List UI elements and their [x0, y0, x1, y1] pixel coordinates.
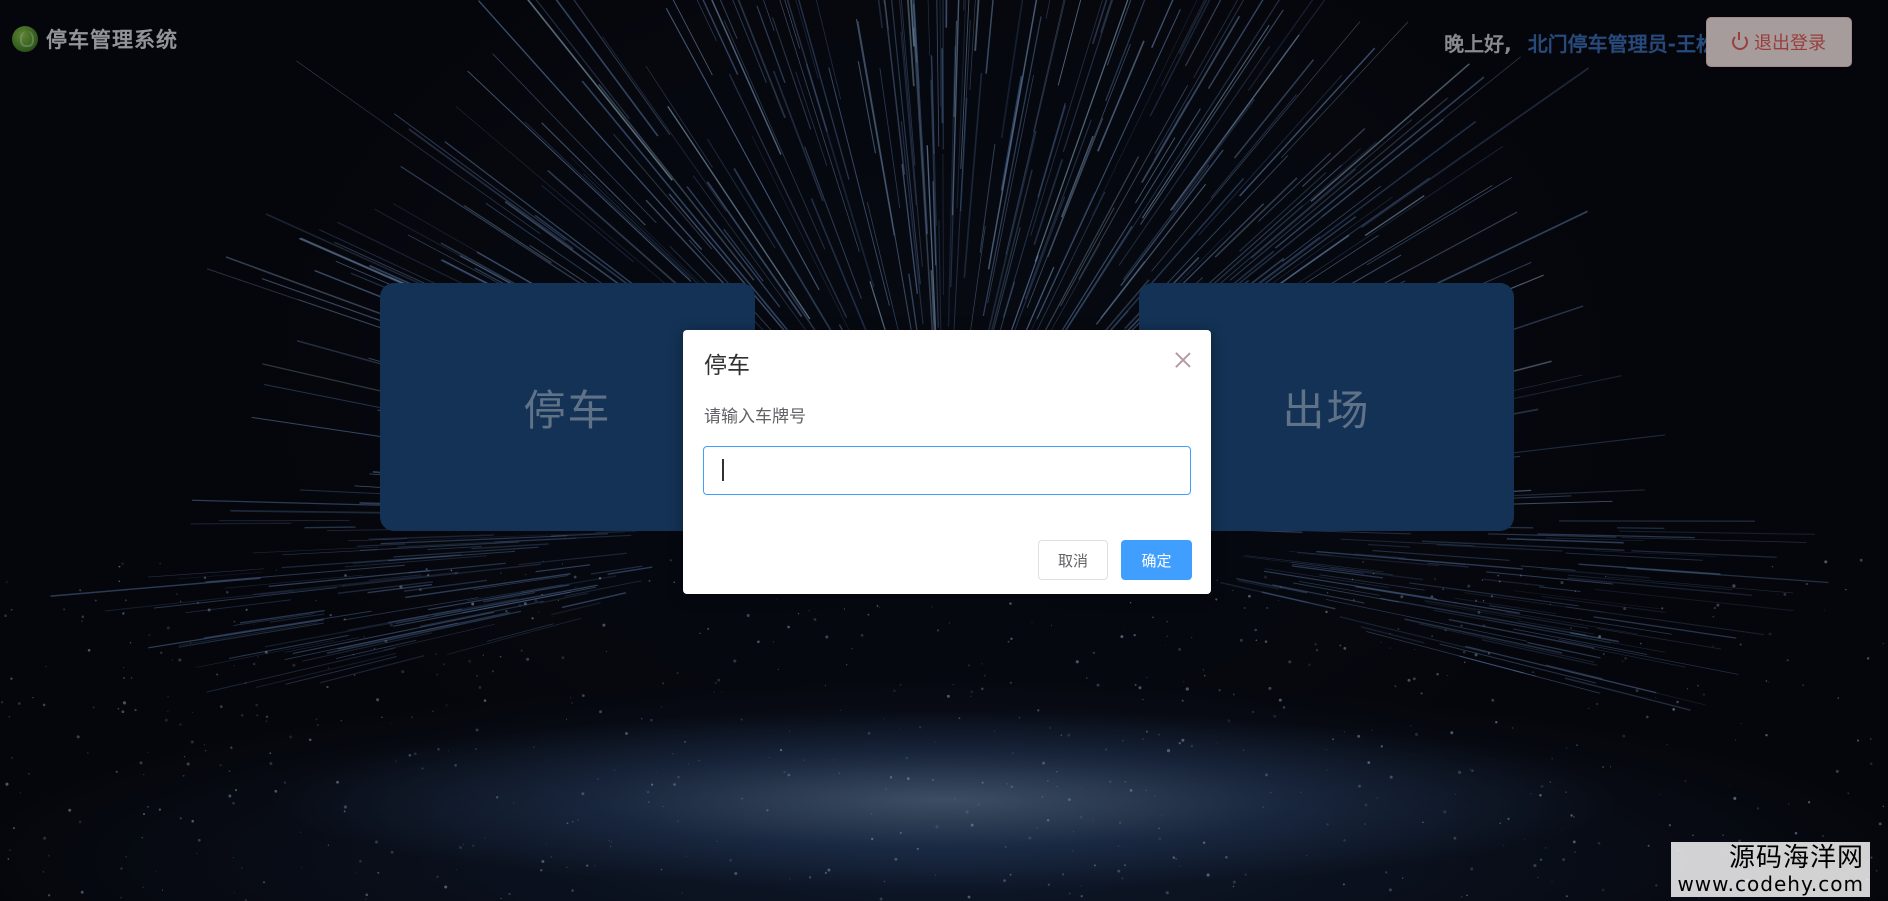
park-dialog: 停车 请输入车牌号 取消 确定: [683, 330, 1211, 594]
close-icon[interactable]: [1175, 352, 1191, 368]
site-watermark: 源码海洋网 www.codehy.com: [1671, 842, 1870, 897]
dialog-message: 请输入车牌号: [704, 407, 806, 427]
watermark-site-name: 源码海洋网: [1728, 843, 1864, 874]
app-background: 停车管理系统 晚上好, 北门停车管理员-王松 退出登录 停车 出场 停车 请输入车…: [0, 0, 1888, 901]
confirm-button[interactable]: 确定: [1121, 540, 1192, 580]
license-plate-input[interactable]: [703, 446, 1191, 495]
text-caret: [722, 459, 724, 481]
watermark-url: www.codehy.com: [1677, 872, 1864, 896]
dialog-title: 停车: [704, 353, 750, 379]
cancel-button[interactable]: 取消: [1038, 540, 1108, 580]
